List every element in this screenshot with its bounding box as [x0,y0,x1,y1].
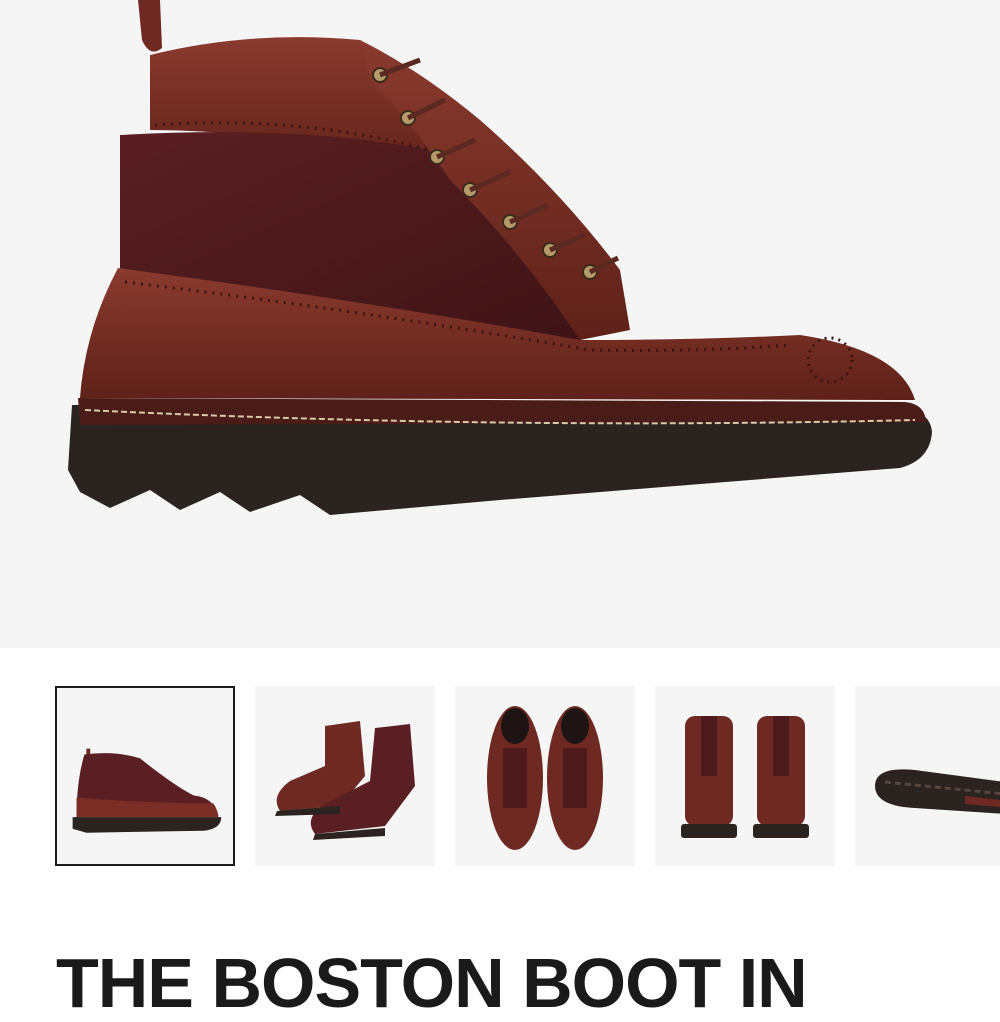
thumbnail-top-view[interactable] [455,686,635,866]
thumbnail-back-view[interactable] [655,686,835,866]
thumbnail-pair-angled[interactable] [255,686,435,866]
main-product-image[interactable] [0,0,1000,648]
boot-side-illustration [68,0,932,515]
thumbnail-strip [0,686,1000,868]
boot-welt [78,398,926,425]
boot-back-thumb-icon [681,716,809,838]
pull-loop [138,0,162,52]
boot-top-thumb-icon [487,706,603,850]
boot-sole-thumb-icon [875,769,1000,814]
thumbnail-sole-view[interactable] [855,686,1000,866]
boot-side-thumb-icon [72,748,222,833]
thumbnail-side-view[interactable] [55,686,235,866]
product-title: THE BOSTON BOOT IN [56,944,808,1022]
boot-pair-thumb-icon [275,721,415,840]
